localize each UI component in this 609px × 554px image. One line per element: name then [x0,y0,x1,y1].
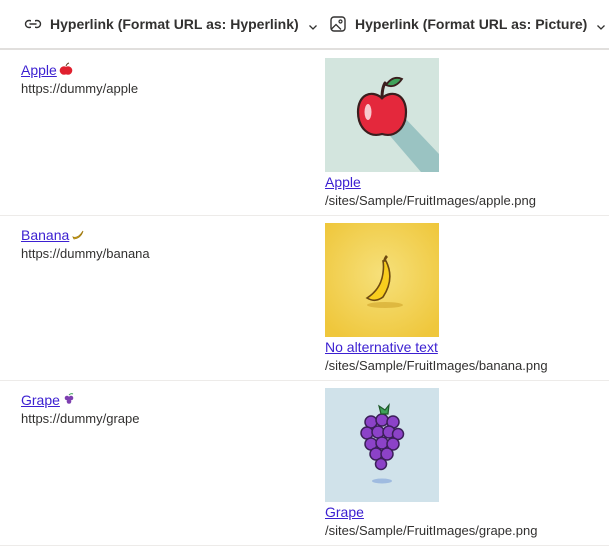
list-row[interactable]: Apple https://dummy/apple Apple /sites/S… [0,51,609,216]
hyperlink[interactable]: Grape [21,392,60,409]
link-icon [24,15,42,33]
column-header-hyperlink[interactable]: Hyperlink (Format URL as: Hyperlink) [24,0,318,48]
grape-image[interactable] [325,388,439,502]
picture-alt-link[interactable]: No alternative text [325,339,438,356]
hyperlink-cell: Grape https://dummy/grape [21,392,140,427]
list-row[interactable]: Banana https://dummy/banana No alternati… [0,216,609,381]
hyperlink-url: https://dummy/apple [21,81,139,96]
picture-cell: Grape /sites/Sample/FruitImages/grape.pn… [325,388,537,539]
picture-path: /sites/Sample/FruitImages/apple.png [325,193,536,208]
picture-alt-link[interactable]: Grape [325,504,364,521]
column-header-label: Hyperlink (Format URL as: Picture) [355,16,588,32]
hyperlink-url: https://dummy/banana [21,246,150,261]
chevron-down-icon [308,19,318,30]
picture-alt-link[interactable]: Apple [325,174,361,191]
apple-emoji-icon [59,62,73,79]
banana-image[interactable] [325,223,439,337]
hyperlink[interactable]: Apple [21,62,57,79]
hyperlink-cell: Banana https://dummy/banana [21,227,150,262]
hyperlink[interactable]: Banana [21,227,69,244]
banana-emoji-icon [71,227,85,244]
list-header: Hyperlink (Format URL as: Hyperlink) Hyp… [0,0,609,50]
hyperlink-url: https://dummy/grape [21,411,140,426]
picture-path: /sites/Sample/FruitImages/grape.png [325,523,538,538]
column-header-label: Hyperlink (Format URL as: Hyperlink) [50,16,299,32]
picture-icon [329,15,347,33]
picture-cell: No alternative text /sites/Sample/FruitI… [325,223,548,374]
grape-emoji-icon [62,392,76,409]
list-row[interactable]: Grape https://dummy/grape Grape /sites/S… [0,381,609,546]
column-header-picture[interactable]: Hyperlink (Format URL as: Picture) [329,0,606,48]
picture-path: /sites/Sample/FruitImages/banana.png [325,358,548,373]
hyperlink-cell: Apple https://dummy/apple [21,62,138,97]
picture-cell: Apple /sites/Sample/FruitImages/apple.pn… [325,58,536,209]
chevron-down-icon [596,19,606,30]
apple-image[interactable] [325,58,439,172]
